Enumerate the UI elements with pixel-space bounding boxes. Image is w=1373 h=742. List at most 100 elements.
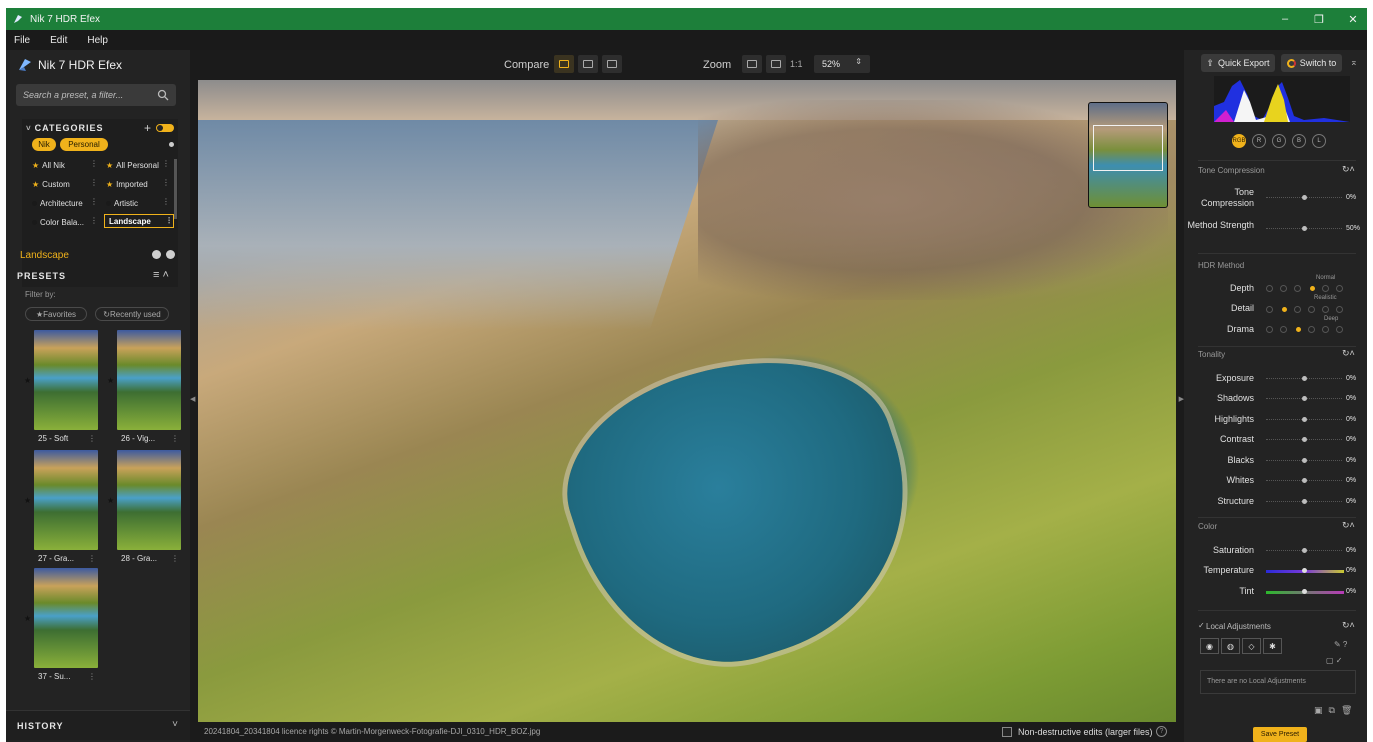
category-artistic[interactable]: Artistic ⋮ bbox=[106, 196, 170, 210]
navigator-minimap[interactable] bbox=[1088, 102, 1168, 208]
switch-to-button[interactable]: Switch to bbox=[1281, 54, 1342, 72]
highlights-slider[interactable] bbox=[1266, 417, 1342, 422]
minimize-button[interactable]: – bbox=[1279, 13, 1291, 25]
category-landscape[interactable]: Landscape ⋮ bbox=[104, 214, 174, 228]
duplicate-icon[interactable]: ⧉ bbox=[1329, 705, 1335, 716]
channel-r[interactable]: R bbox=[1252, 134, 1266, 148]
brush-icon[interactable]: ◍ bbox=[1221, 638, 1240, 654]
categories-header[interactable]: ˅ CATEGORIES bbox=[26, 123, 104, 133]
kebab-icon[interactable]: ⋮ bbox=[162, 159, 170, 168]
kebab-icon[interactable]: ⋮ bbox=[90, 197, 98, 206]
compare-single-button[interactable] bbox=[554, 55, 574, 73]
channel-rgb[interactable]: RGB bbox=[1232, 134, 1246, 148]
category-all-personal[interactable]: ★ All Personal ⋮ bbox=[106, 158, 170, 172]
channel-b[interactable]: B bbox=[1292, 134, 1306, 148]
kebab-icon[interactable]: ⋮ bbox=[162, 197, 170, 206]
kebab-icon[interactable]: ⋮ bbox=[88, 434, 96, 443]
add-icon[interactable] bbox=[166, 250, 175, 259]
trash-icon[interactable]: 🗑 bbox=[1341, 705, 1352, 716]
star-icon[interactable]: ★ bbox=[24, 496, 31, 505]
tone-compression-slider[interactable] bbox=[1266, 195, 1342, 200]
channel-l[interactable]: L bbox=[1312, 134, 1326, 148]
presets-menu-icon[interactable]: ≡ ˄ bbox=[153, 269, 169, 281]
new-adjustment-icon[interactable]: ▣ bbox=[1314, 705, 1323, 716]
collapse-panel-icon[interactable]: ⌅ bbox=[1350, 57, 1358, 68]
star-icon[interactable]: ★ bbox=[107, 376, 114, 385]
temperature-slider[interactable] bbox=[1266, 568, 1344, 573]
slider-knob[interactable] bbox=[1302, 376, 1307, 381]
menu-help[interactable]: Help bbox=[87, 35, 108, 46]
tag-options-icon[interactable] bbox=[169, 142, 174, 147]
kebab-icon[interactable]: ⋮ bbox=[88, 554, 96, 563]
kebab-icon[interactable]: ⋮ bbox=[165, 216, 173, 225]
slider-knob[interactable] bbox=[1302, 458, 1307, 463]
slider-knob[interactable] bbox=[1302, 437, 1307, 442]
category-all-nik[interactable]: ★ All Nik ⋮ bbox=[32, 158, 98, 172]
mask-icon[interactable]: ✱ bbox=[1263, 638, 1282, 654]
kebab-icon[interactable]: ⋮ bbox=[162, 178, 170, 187]
slider-knob[interactable] bbox=[1302, 568, 1307, 573]
tag-personal[interactable]: Personal bbox=[60, 138, 108, 151]
channel-g[interactable]: G bbox=[1272, 134, 1286, 148]
polygon-icon[interactable]: ◇ bbox=[1242, 638, 1261, 654]
navigator-viewport[interactable] bbox=[1093, 125, 1163, 171]
kebab-icon[interactable]: ⋮ bbox=[171, 434, 179, 443]
zoom-fill-button[interactable] bbox=[766, 55, 786, 73]
history-panel[interactable]: HISTORY ˅ bbox=[6, 710, 190, 740]
slider-knob[interactable] bbox=[1302, 195, 1307, 200]
kebab-icon[interactable]: ⋮ bbox=[88, 672, 96, 681]
star-icon[interactable]: ★ bbox=[24, 614, 31, 623]
depth-selector[interactable] bbox=[1266, 285, 1346, 293]
slider-knob[interactable] bbox=[1302, 589, 1307, 594]
star-icon[interactable]: ★ bbox=[107, 496, 114, 505]
compare-split-button[interactable] bbox=[578, 55, 598, 73]
mask-view-icon[interactable]: ▢ ✓ bbox=[1326, 656, 1342, 665]
add-category-button[interactable]: + bbox=[144, 121, 151, 135]
detail-selector[interactable] bbox=[1266, 306, 1346, 314]
tint-slider[interactable] bbox=[1266, 589, 1344, 594]
slider-knob[interactable] bbox=[1302, 396, 1307, 401]
preset-thumbnail[interactable]: ★ 27 - Gra... ⋮ bbox=[24, 450, 98, 563]
reset-color-icon[interactable]: ↻˄ bbox=[1342, 520, 1355, 531]
shadows-slider[interactable] bbox=[1266, 396, 1342, 401]
photo-preview[interactable] bbox=[198, 80, 1176, 722]
drama-selector[interactable] bbox=[1266, 326, 1346, 334]
search-icon[interactable] bbox=[157, 89, 169, 101]
slider-knob[interactable] bbox=[1302, 499, 1307, 504]
menu-edit[interactable]: Edit bbox=[50, 35, 67, 46]
star-icon[interactable]: ★ bbox=[24, 376, 31, 385]
category-custom[interactable]: ★ Custom ⋮ bbox=[32, 177, 98, 191]
categories-scrollbar[interactable] bbox=[174, 159, 177, 219]
zoom-1-1-button[interactable]: 1:1 bbox=[790, 59, 803, 69]
menu-file[interactable]: File bbox=[14, 35, 30, 46]
maximize-button[interactable]: ❐ bbox=[1313, 13, 1325, 26]
remove-icon[interactable] bbox=[152, 250, 161, 259]
kebab-icon[interactable]: ⋮ bbox=[90, 159, 98, 168]
preset-thumbnail[interactable]: ★ 25 - Soft ⋮ bbox=[24, 330, 98, 443]
preset-thumbnail[interactable]: ★ 26 - Vig... ⋮ bbox=[107, 330, 181, 443]
non-destructive-checkbox[interactable] bbox=[1002, 727, 1012, 737]
preset-thumbnail[interactable]: ★ 28 - Gra... ⋮ bbox=[107, 450, 181, 563]
save-preset-button[interactable]: Save Preset bbox=[1253, 727, 1307, 742]
filter-favorites-button[interactable]: ★ Favorites bbox=[25, 307, 87, 321]
structure-slider[interactable] bbox=[1266, 499, 1342, 504]
kebab-icon[interactable]: ⋮ bbox=[90, 216, 98, 225]
help-icon[interactable]: ? bbox=[1156, 726, 1167, 737]
tool-options-icon[interactable]: ✎ ? bbox=[1334, 640, 1347, 649]
kebab-icon[interactable]: ⋮ bbox=[90, 178, 98, 187]
close-button[interactable]: ✕ bbox=[1347, 13, 1359, 26]
quick-export-button[interactable]: ⇪ Quick Export bbox=[1201, 54, 1275, 72]
slider-knob[interactable] bbox=[1302, 478, 1307, 483]
local-adjustments-checkbox[interactable]: ✓ bbox=[1198, 621, 1205, 630]
search-input[interactable] bbox=[23, 90, 153, 100]
collapse-left-icon[interactable]: ◀ bbox=[190, 395, 195, 403]
zoom-select[interactable]: 52% ⇕ bbox=[814, 55, 870, 73]
slider-knob[interactable] bbox=[1302, 226, 1307, 231]
kebab-icon[interactable]: ⋮ bbox=[171, 554, 179, 563]
compare-stack-button[interactable] bbox=[602, 55, 622, 73]
reset-local-adjustments-icon[interactable]: ↻˄ bbox=[1342, 620, 1355, 631]
category-imported[interactable]: ★ Imported ⋮ bbox=[106, 177, 170, 191]
control-point-icon[interactable]: ◉ bbox=[1200, 638, 1219, 654]
slider-knob[interactable] bbox=[1302, 548, 1307, 553]
reset-tonality-icon[interactable]: ↻˄ bbox=[1342, 348, 1355, 359]
